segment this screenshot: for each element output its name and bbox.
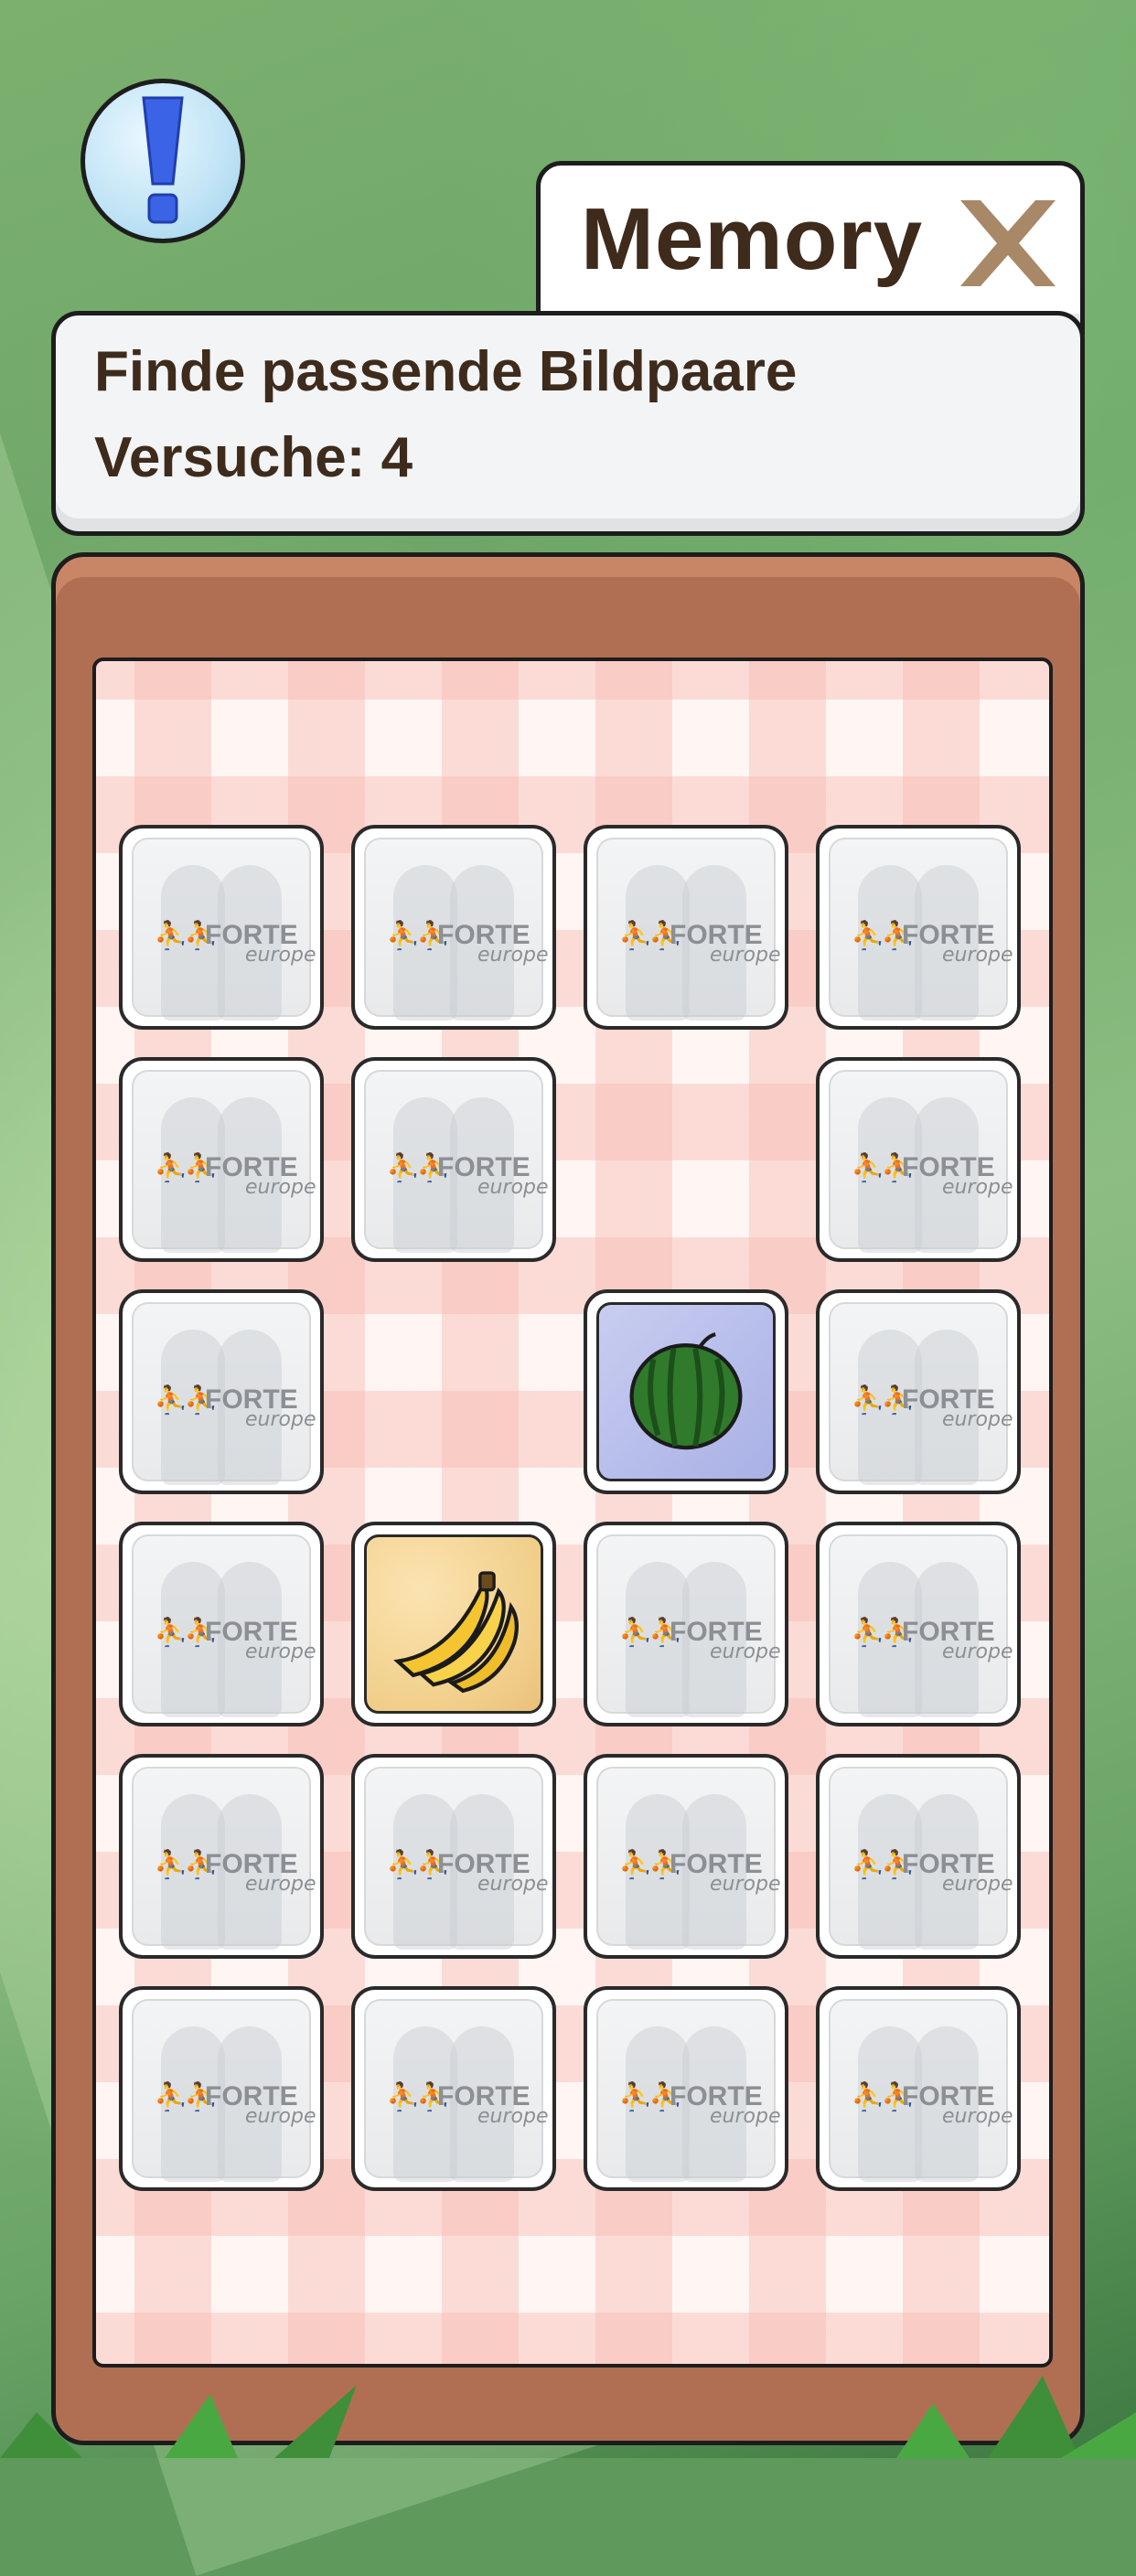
card-back-face: ⛹⛹ FORTE europe: [132, 1767, 316, 1950]
card-back-face: ⛹⛹ FORTE europe: [596, 1999, 780, 2182]
logo-brand-sub: europe: [710, 944, 781, 967]
instruction-panel: Finde passende Bildpaare Versuche: 4: [51, 311, 1085, 536]
exclamation-icon: [142, 96, 184, 224]
memory-card-banana[interactable]: [351, 1522, 556, 1726]
forte-logo: ⛹⛹ FORTE europe: [851, 2076, 1015, 2131]
forte-logo: ⛹⛹ FORTE europe: [154, 1611, 318, 1666]
memory-card-back[interactable]: ⛹⛹ FORTE europe: [816, 1289, 1021, 1494]
memory-card-back[interactable]: ⛹⛹ FORTE europe: [816, 1986, 1021, 2191]
card-back-face: ⛹⛹ FORTE europe: [829, 1070, 1013, 1253]
card-back-face: ⛹⛹ FORTE europe: [596, 838, 780, 1021]
matched-empty-slot: [351, 1289, 556, 1494]
forte-logo: ⛹⛹ FORTE europe: [386, 1147, 551, 1202]
memory-card-back[interactable]: ⛹⛹ FORTE europe: [119, 1057, 324, 1262]
instruction-text: Finde passende Bildpaare: [94, 340, 798, 403]
card-back-face: ⛹⛹ FORTE europe: [364, 838, 548, 1021]
close-x-icon: [960, 200, 1056, 286]
title-tab: Memory: [536, 161, 1085, 335]
logo-brand-sub: europe: [710, 2105, 781, 2128]
card-back-face: ⛹⛹ FORTE europe: [829, 1767, 1013, 1950]
memory-card-back[interactable]: ⛹⛹ FORTE europe: [584, 1522, 788, 1726]
card-back-face: ⛹⛹ FORTE europe: [132, 1070, 316, 1253]
logo-brand-sub: europe: [942, 1641, 1013, 1663]
logo-brand-sub: europe: [710, 1873, 781, 1896]
forte-logo: ⛹⛹ FORTE europe: [851, 1611, 1015, 1666]
memory-card-back[interactable]: ⛹⛹ FORTE europe: [119, 1986, 324, 2191]
card-back-face: ⛹⛹ FORTE europe: [829, 1999, 1013, 2182]
memory-card-back[interactable]: ⛹⛹ FORTE europe: [816, 1522, 1021, 1726]
forte-logo: ⛹⛹ FORTE europe: [618, 2076, 783, 2131]
card-back-face: ⛹⛹ FORTE europe: [364, 1999, 548, 2182]
card-back-face: ⛹⛹ FORTE europe: [132, 1534, 316, 1717]
memory-card-back[interactable]: ⛹⛹ FORTE europe: [351, 825, 556, 1030]
forte-logo: ⛹⛹ FORTE europe: [618, 914, 783, 969]
logo-brand-sub: europe: [942, 1408, 1013, 1431]
memory-card-back[interactable]: ⛹⛹ FORTE europe: [351, 1057, 556, 1262]
close-button[interactable]: [948, 184, 1067, 303]
logo-brand-sub: europe: [245, 2105, 316, 2128]
page-title: Memory: [581, 190, 924, 288]
logo-brand-sub: europe: [477, 2105, 549, 2128]
card-back-face: ⛹⛹ FORTE europe: [132, 838, 316, 1021]
card-back-face: ⛹⛹ FORTE europe: [596, 1767, 780, 1950]
leaves-decoration: [0, 2376, 1136, 2458]
card-face: [364, 1534, 543, 1714]
logo-brand-sub: europe: [477, 1873, 549, 1896]
banana-icon: [393, 1571, 519, 1694]
memory-card-back[interactable]: ⛹⛹ FORTE europe: [351, 1754, 556, 1959]
memory-card-back[interactable]: ⛹⛹ FORTE europe: [816, 825, 1021, 1030]
memory-card-back[interactable]: ⛹⛹ FORTE europe: [119, 825, 324, 1030]
card-back-face: ⛹⛹ FORTE europe: [596, 1534, 780, 1717]
card-back-face: ⛹⛹ FORTE europe: [829, 838, 1013, 1021]
forte-logo: ⛹⛹ FORTE europe: [851, 1147, 1015, 1202]
card-back-face: ⛹⛹ FORTE europe: [364, 1767, 548, 1950]
memory-card-back[interactable]: ⛹⛹ FORTE europe: [119, 1522, 324, 1726]
forte-logo: ⛹⛹ FORTE europe: [154, 1379, 318, 1434]
forte-logo: ⛹⛹ FORTE europe: [851, 1844, 1015, 1898]
forte-logo: ⛹⛹ FORTE europe: [154, 1147, 318, 1202]
forte-logo: ⛹⛹ FORTE europe: [618, 1844, 783, 1898]
forte-logo: ⛹⛹ FORTE europe: [154, 1844, 318, 1898]
forte-logo: ⛹⛹ FORTE europe: [618, 1611, 783, 1666]
logo-brand-sub: europe: [477, 1176, 549, 1199]
matched-empty-slot: [584, 1057, 788, 1262]
forte-logo: ⛹⛹ FORTE europe: [386, 2076, 551, 2131]
logo-brand-sub: europe: [942, 1176, 1013, 1199]
info-button[interactable]: [80, 79, 245, 243]
memory-card-back[interactable]: ⛹⛹ FORTE europe: [816, 1754, 1021, 1959]
card-face: [596, 1302, 776, 1481]
logo-brand-sub: europe: [245, 1176, 316, 1199]
logo-brand-sub: europe: [477, 944, 549, 967]
logo-brand-sub: europe: [245, 1641, 316, 1663]
memory-card-watermelon[interactable]: [584, 1289, 788, 1494]
memory-card-back[interactable]: ⛹⛹ FORTE europe: [119, 1289, 324, 1494]
card-back-face: ⛹⛹ FORTE europe: [829, 1534, 1013, 1717]
watermelon-icon: [629, 1332, 743, 1450]
forte-logo: ⛹⛹ FORTE europe: [851, 1379, 1015, 1434]
card-back-face: ⛹⛹ FORTE europe: [132, 1302, 316, 1485]
forte-logo: ⛹⛹ FORTE europe: [386, 1844, 551, 1898]
memory-card-back[interactable]: ⛹⛹ FORTE europe: [816, 1057, 1021, 1262]
logo-brand-sub: europe: [245, 1408, 316, 1431]
logo-brand-sub: europe: [245, 944, 316, 967]
logo-brand-sub: europe: [710, 1641, 781, 1663]
card-back-face: ⛹⛹ FORTE europe: [364, 1070, 548, 1253]
forte-logo: ⛹⛹ FORTE europe: [386, 914, 551, 969]
attempts-counter: Versuche: 4: [94, 426, 413, 489]
memory-card-back[interactable]: ⛹⛹ FORTE europe: [584, 825, 788, 1030]
logo-brand-sub: europe: [942, 1873, 1013, 1896]
memory-card-back[interactable]: ⛹⛹ FORTE europe: [584, 1986, 788, 2191]
logo-brand-sub: europe: [245, 1873, 316, 1896]
card-back-face: ⛹⛹ FORTE europe: [829, 1302, 1013, 1485]
logo-brand-sub: europe: [942, 944, 1013, 967]
forte-logo: ⛹⛹ FORTE europe: [851, 914, 1015, 969]
card-grid: ⛹⛹ FORTE europe ⛹⛹ FORTE europe ⛹⛹ FORTE europe ⛹…: [119, 825, 1021, 2191]
memory-card-back[interactable]: ⛹⛹ FORTE europe: [584, 1754, 788, 1959]
memory-card-back[interactable]: ⛹⛹ FORTE europe: [119, 1754, 324, 1959]
forte-logo: ⛹⛹ FORTE europe: [154, 2076, 318, 2131]
logo-brand-sub: europe: [942, 2105, 1013, 2128]
card-back-face: ⛹⛹ FORTE europe: [132, 1999, 316, 2182]
memory-card-back[interactable]: ⛹⛹ FORTE europe: [351, 1986, 556, 2191]
forte-logo: ⛹⛹ FORTE europe: [154, 914, 318, 969]
